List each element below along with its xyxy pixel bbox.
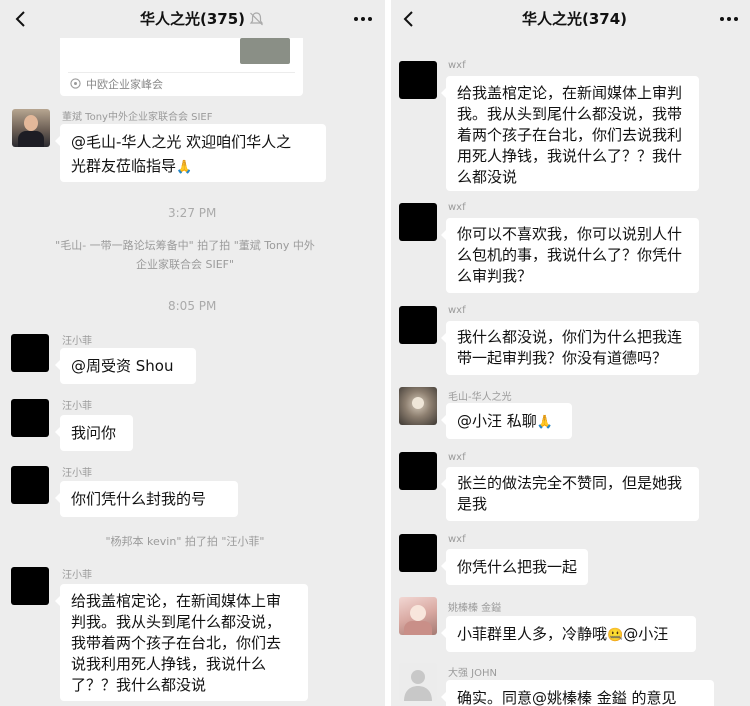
system-line: 企业家联合会 SIEF" — [135, 258, 235, 271]
more-options-icon[interactable] — [352, 10, 374, 28]
message-bubble[interactable]: 确实。同意@姚榛榛 金鎰 的意见 — [441, 680, 714, 706]
message-bubble[interactable]: 小菲群里人多，冷静哦🤐@小汪 — [441, 616, 696, 652]
message-line: 着两个孩子在台北，你们去说我利 — [457, 126, 683, 144]
message-bubble[interactable]: 你凭什么把我一起 — [441, 549, 588, 585]
card-divider — [68, 72, 295, 73]
shared-card[interactable]: 中欧企业家峰会 — [60, 38, 303, 96]
message-bubble[interactable]: 我问你 — [55, 415, 133, 451]
system-line: "毛山- 一带一路论坛筹备中" 拍了拍 "董斌 Tony 中外 — [55, 239, 315, 252]
sender-name: wxf — [448, 305, 466, 316]
message-line: @小汪 私聊 — [457, 412, 537, 430]
sender-name: 大强 JOHN — [448, 668, 497, 679]
sender-name: 董斌 Tony中外企业家联合会 SIEF — [62, 112, 213, 123]
avatar[interactable] — [399, 203, 437, 241]
message-bubble[interactable]: 我什么都没说，你们为什么把我连 带一起审判我？你没有道德吗？ — [441, 321, 699, 375]
message-bubble[interactable]: @毛山-华人之光 欢迎咱们华人之 光群友莅临指导🙏 — [55, 124, 326, 182]
message-line: 么审判我？ — [457, 267, 533, 285]
avatar[interactable] — [399, 387, 437, 425]
message-bubble[interactable]: 张兰的做法完全不赞同，但是她我 是我 — [441, 467, 699, 521]
zipper-mouth-emoji: 🤐 — [607, 628, 624, 643]
message-line: 确实。同意@姚榛榛 金鎰 的意见 — [457, 689, 677, 706]
message-line: @小汪 — [623, 625, 669, 643]
sender-name: wxf — [448, 452, 466, 463]
message-line: 判我。我从头到尾什么都没说， — [71, 613, 282, 631]
card-source: 中欧企业家峰会 — [86, 78, 163, 91]
message-bubble[interactable]: 给我盖棺定论，在新闻媒体上审判 我。我从头到尾什么都没说，我带 着两个孩子在台北… — [441, 76, 699, 191]
message-line: 小菲群里人多，冷静哦 — [457, 625, 608, 643]
more-options-icon[interactable] — [718, 10, 740, 28]
message-line: 张兰的做法完全不赞同，但是她我 — [457, 474, 683, 492]
avatar[interactable] — [399, 452, 437, 490]
timestamp: 8:05 PM — [168, 299, 217, 313]
message-line: 给我盖棺定论，在新闻媒体上审判 — [457, 84, 683, 102]
message-line: 你们凭什么封我的号 — [71, 490, 207, 508]
message-line: 是我 — [457, 495, 488, 513]
left-chat-screenshot: 华人之光(375) 中欧企业家峰会 董斌 Tony中外企业家联合会 SIEF @… — [0, 0, 385, 706]
avatar[interactable] — [11, 567, 49, 605]
message-line: 给我盖棺定论，在新闻媒体上审 — [71, 592, 282, 610]
pray-emoji: 🙏 — [176, 160, 193, 175]
avatar[interactable] — [12, 109, 50, 147]
message-line: 我带着两个孩子在台北，你们去 — [71, 634, 282, 652]
sender-name: 汪小菲 — [62, 401, 92, 412]
message-line: 带一起审判我？你没有道德吗？ — [457, 349, 668, 367]
message-line: 用死人挣钱，我说什么了？？我什 — [457, 147, 683, 165]
avatar[interactable] — [399, 534, 437, 572]
avatar[interactable] — [11, 334, 49, 372]
avatar[interactable] — [399, 597, 437, 635]
pray-emoji: 🙏 — [536, 415, 553, 430]
message-line: @周受资 Shou — [71, 357, 174, 375]
sender-name: 汪小菲 — [62, 570, 92, 581]
chat-header: 华人之光(375) — [0, 0, 385, 38]
group-title: 华人之光(375) — [140, 10, 246, 28]
message-line: 我。我从头到尾什么都没说，我带 — [457, 105, 683, 123]
mute-bell-icon — [249, 12, 264, 26]
sender-name: wxf — [448, 534, 466, 545]
message-line: 我问你 — [71, 424, 117, 442]
avatar[interactable] — [399, 61, 437, 99]
message-line: 么都没说 — [457, 168, 518, 186]
sender-name: 汪小菲 — [62, 336, 92, 347]
message-line: 你可以不喜欢我，你可以说别人什 — [457, 225, 683, 243]
sender-name: wxf — [448, 60, 466, 71]
timestamp: 3:27 PM — [168, 206, 217, 220]
message-line: @毛山-华人之光 欢迎咱们华人之 — [71, 133, 292, 151]
pat-notification: "毛山- 一带一路论坛筹备中" 拍了拍 "董斌 Tony 中外 企业家联合会 S… — [25, 236, 345, 274]
message-bubble[interactable]: 你们凭什么封我的号 — [55, 481, 238, 517]
group-title: 华人之光(374) — [522, 10, 628, 28]
avatar[interactable] — [399, 306, 437, 344]
sender-name: 姚榛榛 金鎰 — [448, 603, 502, 614]
message-line: 了？？我什么都没说 — [71, 676, 207, 694]
pat-notification: "杨邦本 kevin" 拍了拍 "汪小菲" — [25, 532, 345, 551]
system-line: "杨邦本 kevin" 拍了拍 "汪小菲" — [105, 535, 265, 548]
message-line: 说我利用死人挣钱，我说什么 — [71, 655, 267, 673]
message-bubble[interactable]: 你可以不喜欢我，你可以说别人什 么包机的事，我说什么了？你凭什 么审判我？ — [441, 218, 699, 293]
message-line: 光群友莅临指导 — [71, 157, 177, 175]
back-arrow-icon[interactable] — [12, 9, 30, 29]
back-arrow-icon[interactable] — [400, 9, 418, 29]
message-bubble[interactable]: 给我盖棺定论，在新闻媒体上审 判我。我从头到尾什么都没说， 我带着两个孩子在台北… — [55, 584, 308, 701]
sender-name: wxf — [448, 202, 466, 213]
avatar[interactable] — [399, 663, 437, 701]
miniprogram-icon — [70, 78, 81, 89]
message-line: 我什么都没说，你们为什么把我连 — [457, 328, 683, 346]
sender-name: 毛山-华人之光 — [448, 392, 512, 403]
message-line: 你凭什么把我一起 — [457, 558, 578, 576]
right-chat-screenshot: 华人之光(374) wxf 给我盖棺定论，在新闻媒体上审判 我。我从头到尾什么都… — [391, 0, 750, 706]
default-avatar-icon — [404, 670, 432, 701]
card-image — [240, 38, 290, 64]
message-bubble[interactable]: @小汪 私聊🙏 — [441, 403, 572, 439]
message-bubble[interactable]: @周受资 Shou — [55, 348, 196, 384]
avatar[interactable] — [11, 466, 49, 504]
chat-header: 华人之光(374) — [391, 0, 750, 38]
message-line: 光群友莅临指导🙏 — [71, 154, 315, 180]
sender-name: 汪小菲 — [62, 468, 92, 479]
avatar[interactable] — [11, 399, 49, 437]
message-line: 么包机的事，我说什么了？你凭什 — [457, 246, 683, 264]
